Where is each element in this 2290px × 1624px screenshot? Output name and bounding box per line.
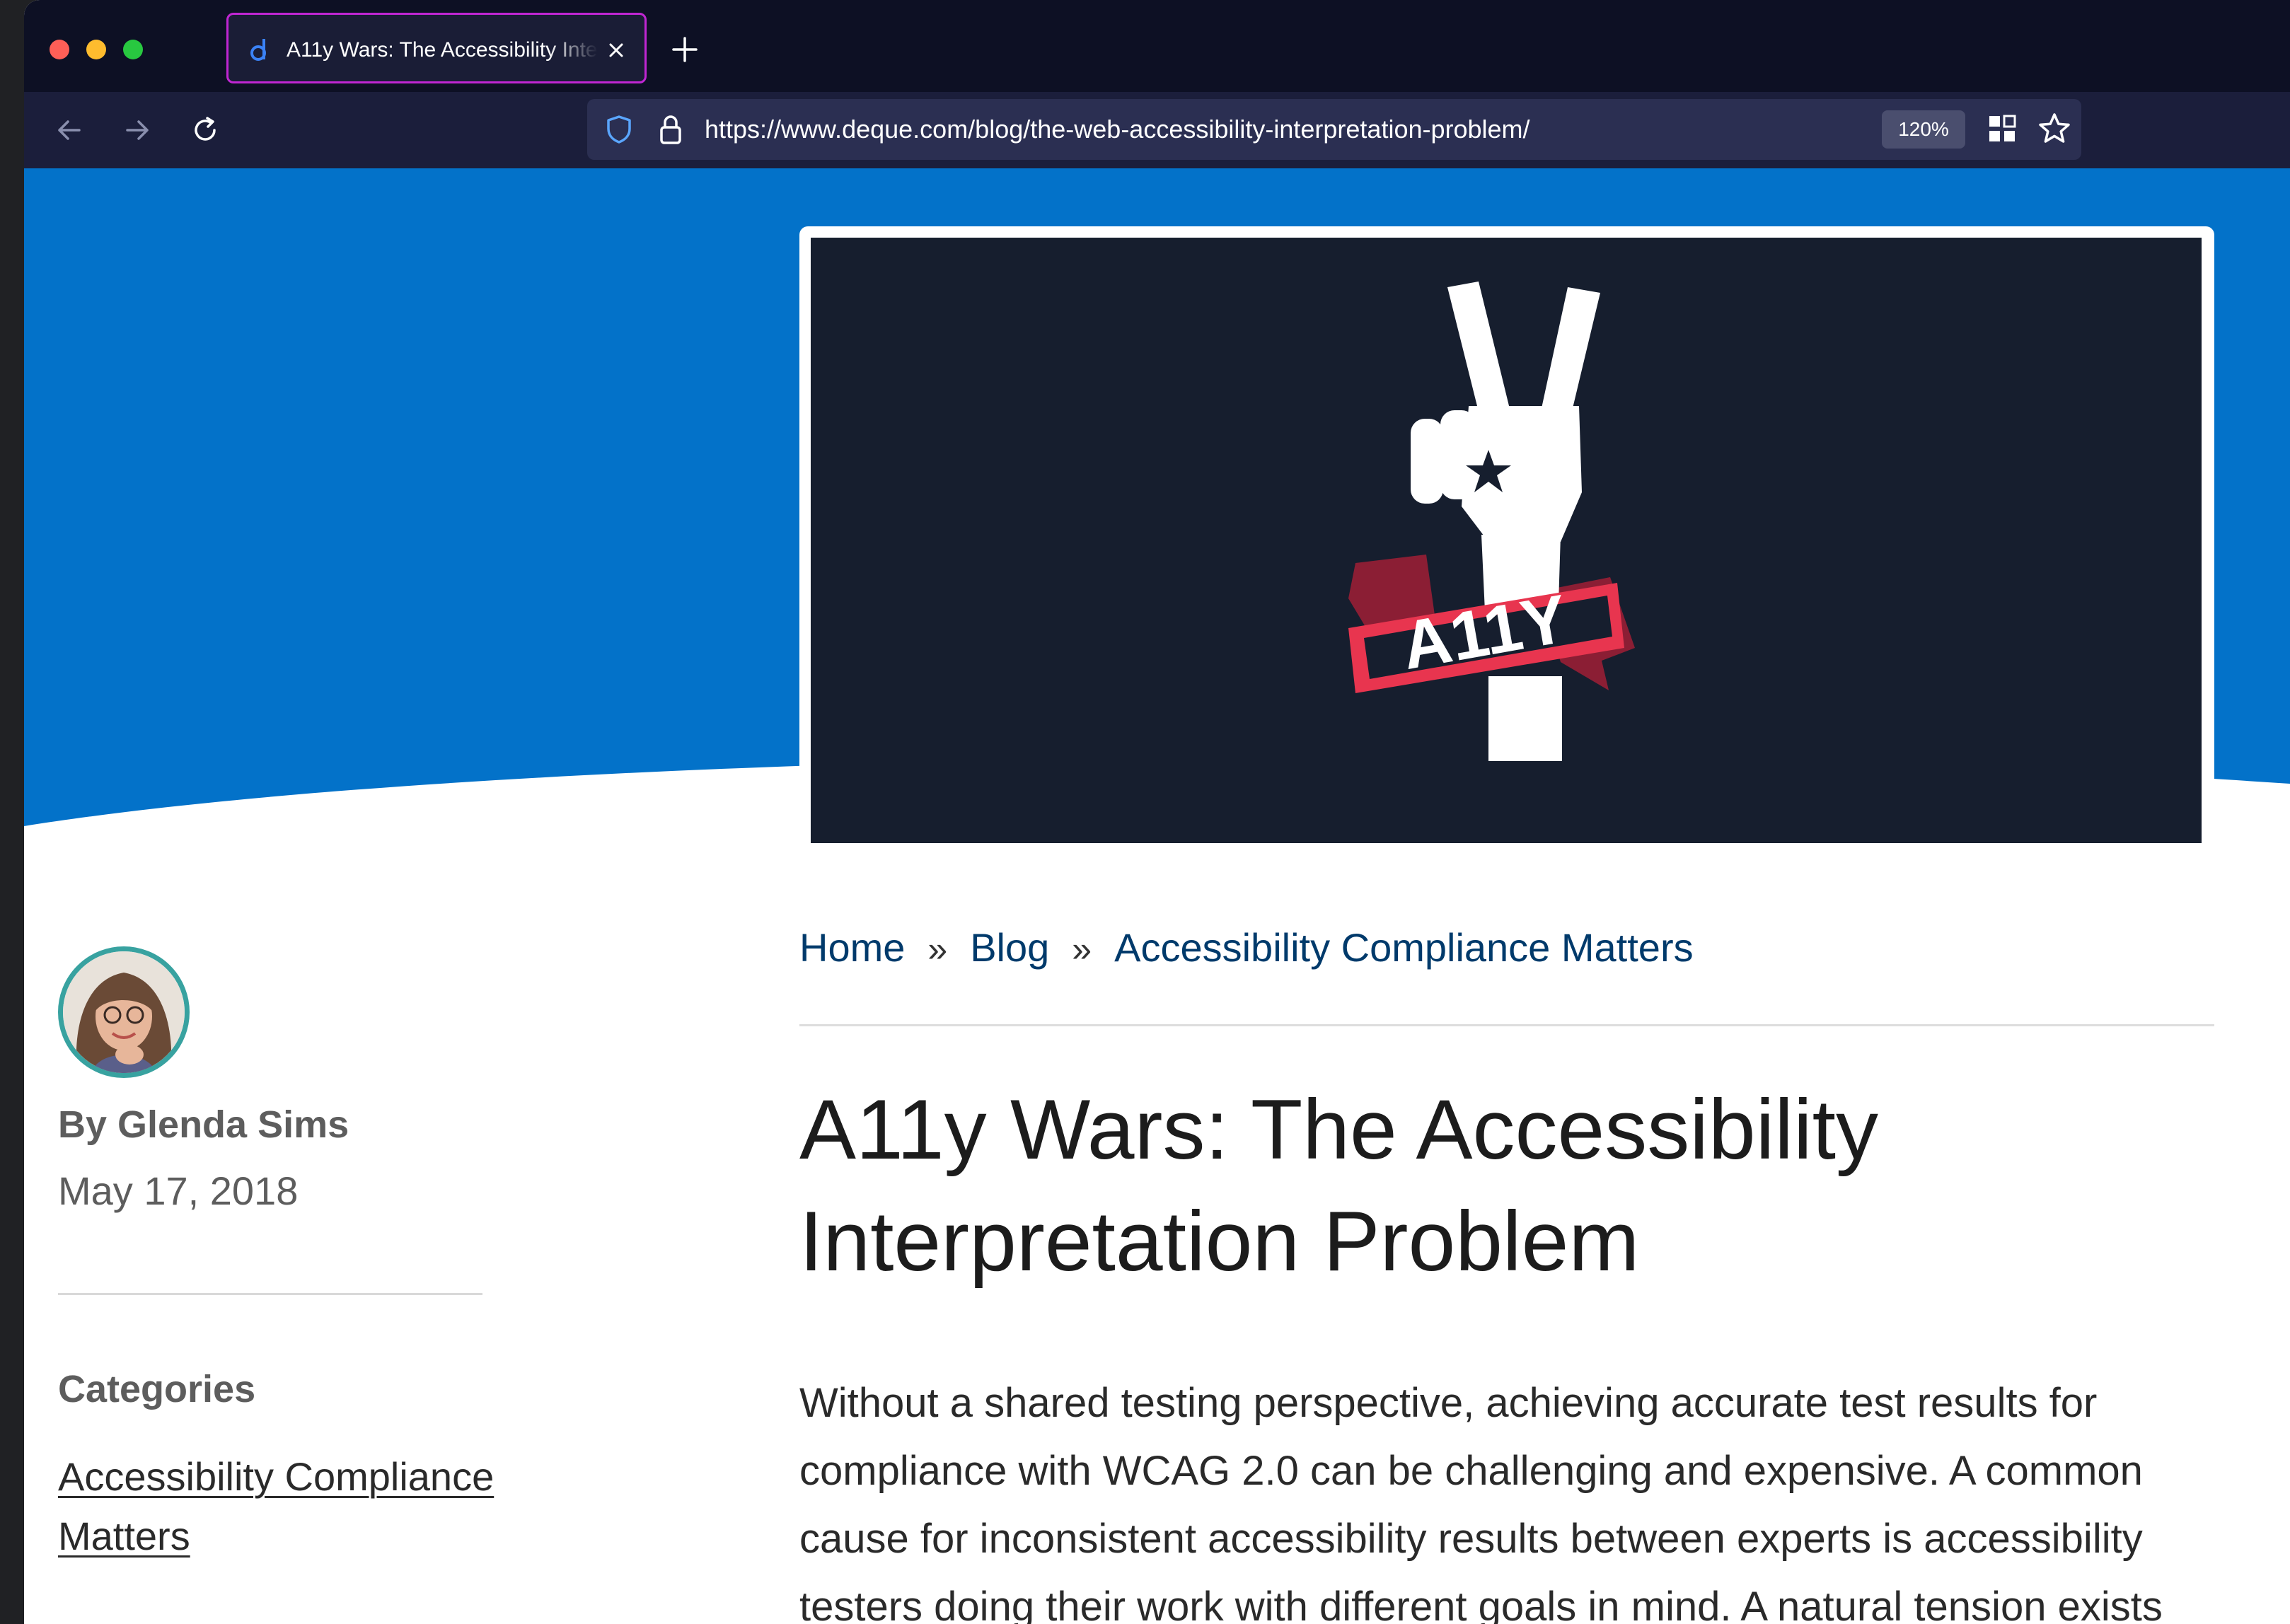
breadcrumb: Home » Blog » Accessibility Compliance Matte… [799, 920, 2214, 976]
publish-date: May 17, 2018 [58, 1168, 299, 1213]
categories-heading: Categories [58, 1368, 256, 1410]
breadcrumb-home-link[interactable]: Home [799, 925, 905, 970]
shield-icon[interactable] [603, 113, 635, 146]
forward-arrow-icon[interactable] [120, 113, 154, 147]
a11y-peace-fist-logo: A11Y [1348, 282, 1635, 761]
deque-favicon-icon [250, 39, 266, 61]
close-window-button[interactable] [50, 40, 69, 59]
hero-image-frame: A11Y [799, 226, 2214, 843]
navigation-toolbar: https://www.deque.com/blog/the-web-acces… [24, 92, 2290, 168]
breadcrumb-divider [799, 1024, 2214, 1026]
tab-title: A11y Wars: The Accessibility Interpretat… [287, 38, 598, 62]
breadcrumb-category-link[interactable]: Accessibility Compliance Matters [1114, 925, 1693, 970]
tab-strip: A11y Wars: The Accessibility Interpretat… [24, 0, 2290, 92]
avatar [58, 946, 190, 1078]
page-title-line-1: A11y Wars: The Accessibility [799, 1082, 1878, 1177]
minimize-window-button[interactable] [86, 40, 106, 59]
close-icon[interactable] [603, 37, 629, 63]
zoom-level-badge[interactable]: 120% [1882, 110, 1965, 149]
lock-icon[interactable] [655, 113, 686, 146]
category-link[interactable]: Accessibility Compliance Matters [58, 1447, 553, 1566]
plus-icon[interactable] [669, 34, 700, 65]
author-photo [63, 951, 185, 1073]
active-tab[interactable]: A11y Wars: The Accessibility Interpretat… [226, 13, 647, 83]
breadcrumb-blog-link[interactable]: Blog [970, 925, 1049, 970]
web-page: A11Y By Glenda Sims May 17, 2018 Categor… [24, 168, 2290, 1624]
sidebar-divider [58, 1293, 482, 1295]
article-body: Without a shared testing perspective, ac… [799, 1380, 2163, 1624]
page-title: A11y Wars: The Accessibility Interpretat… [799, 1074, 2214, 1297]
author-byline: By Glenda Sims [58, 1103, 349, 1146]
browser-window: A11y Wars: The Accessibility Interpretat… [24, 0, 2290, 1624]
url-text: https://www.deque.com/blog/the-web-acces… [705, 115, 1530, 144]
breadcrumb-separator: » [1072, 929, 1092, 969]
page-title-line-2: Interpretation Problem [799, 1194, 1640, 1289]
extensions-icon[interactable] [1985, 112, 2019, 146]
reload-icon[interactable] [188, 113, 222, 147]
back-arrow-icon[interactable] [52, 113, 86, 147]
maximize-window-button[interactable] [123, 40, 143, 59]
star-icon[interactable] [2036, 110, 2073, 147]
hero-image: A11Y [811, 238, 2202, 843]
address-bar[interactable]: https://www.deque.com/blog/the-web-acces… [587, 99, 2081, 160]
breadcrumb-separator: » [927, 929, 948, 969]
